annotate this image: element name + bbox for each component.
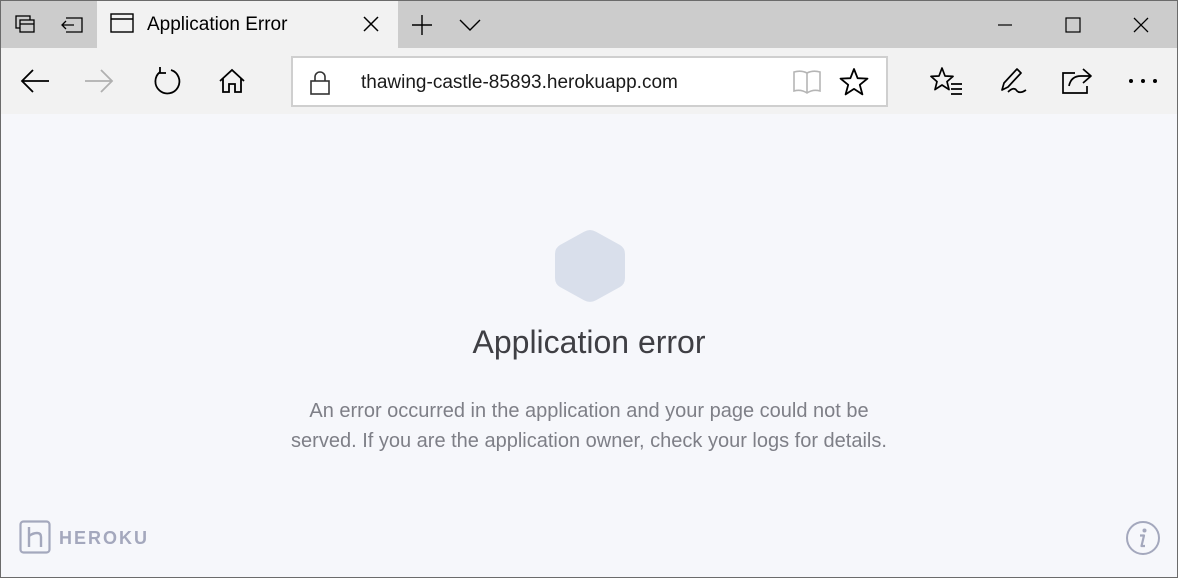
browser-toolbar: thawing-castle-85893.herokuapp.com <box>1 48 1177 114</box>
close-tab-icon[interactable] <box>362 15 380 33</box>
error-message-line-1: An error occurred in the application and… <box>309 400 869 422</box>
web-note-button[interactable] <box>981 48 1045 114</box>
info-icon[interactable] <box>1125 520 1161 556</box>
active-tab[interactable]: Application Error <box>97 1 398 48</box>
favorites-list-icon <box>930 67 962 95</box>
home-button[interactable] <box>200 48 264 114</box>
minimize-button[interactable] <box>971 1 1039 48</box>
tab-manager-icon <box>15 14 35 33</box>
forward-arrow-icon <box>85 69 114 93</box>
set-aside-tabs-button[interactable] <box>49 1 95 48</box>
set-aside-icon <box>61 16 83 33</box>
more-button[interactable] <box>1111 48 1175 114</box>
home-icon <box>219 68 245 93</box>
page-icon <box>110 13 134 33</box>
star-icon[interactable] <box>839 67 869 97</box>
maximize-icon <box>1065 16 1081 33</box>
forward-button[interactable] <box>67 48 131 114</box>
url-text[interactable]: thawing-castle-85893.herokuapp.com <box>361 72 678 94</box>
back-arrow-icon <box>20 69 49 93</box>
heroku-logo-icon[interactable] <box>19 520 51 554</box>
tab-title: Application Error <box>147 14 288 35</box>
back-button[interactable] <box>3 48 67 114</box>
close-window-button[interactable] <box>1107 1 1175 48</box>
tab-manager-button[interactable] <box>3 1 49 48</box>
share-icon <box>1062 68 1092 94</box>
title-bar: Application Error <box>1 1 1177 48</box>
more-dots-icon <box>1129 79 1157 83</box>
hexagon-icon <box>555 230 625 302</box>
refresh-button[interactable] <box>135 48 199 114</box>
address-bar[interactable]: thawing-castle-85893.herokuapp.com <box>291 56 888 107</box>
error-title: Application error <box>472 324 706 360</box>
pen-icon <box>1001 68 1027 94</box>
error-message-line-2: served. If you are the application owner… <box>291 430 887 452</box>
share-button[interactable] <box>1045 48 1109 114</box>
error-message: An error occurred in the application and… <box>239 396 939 456</box>
favorites-hub-button[interactable] <box>915 48 979 114</box>
maximize-button[interactable] <box>1039 1 1107 48</box>
lock-icon[interactable] <box>309 70 331 96</box>
close-icon <box>1133 17 1149 32</box>
refresh-icon <box>154 67 181 95</box>
chevron-down-icon <box>459 19 481 31</box>
plus-icon <box>412 14 432 35</box>
heroku-brand[interactable]: HEROKU <box>59 528 149 549</box>
tab-preview-button[interactable] <box>447 1 493 48</box>
minimize-icon <box>998 23 1012 26</box>
new-tab-button[interactable] <box>399 1 445 48</box>
reading-view-icon[interactable] <box>792 69 822 95</box>
page-content: Application error An error occurred in t… <box>1 114 1177 577</box>
